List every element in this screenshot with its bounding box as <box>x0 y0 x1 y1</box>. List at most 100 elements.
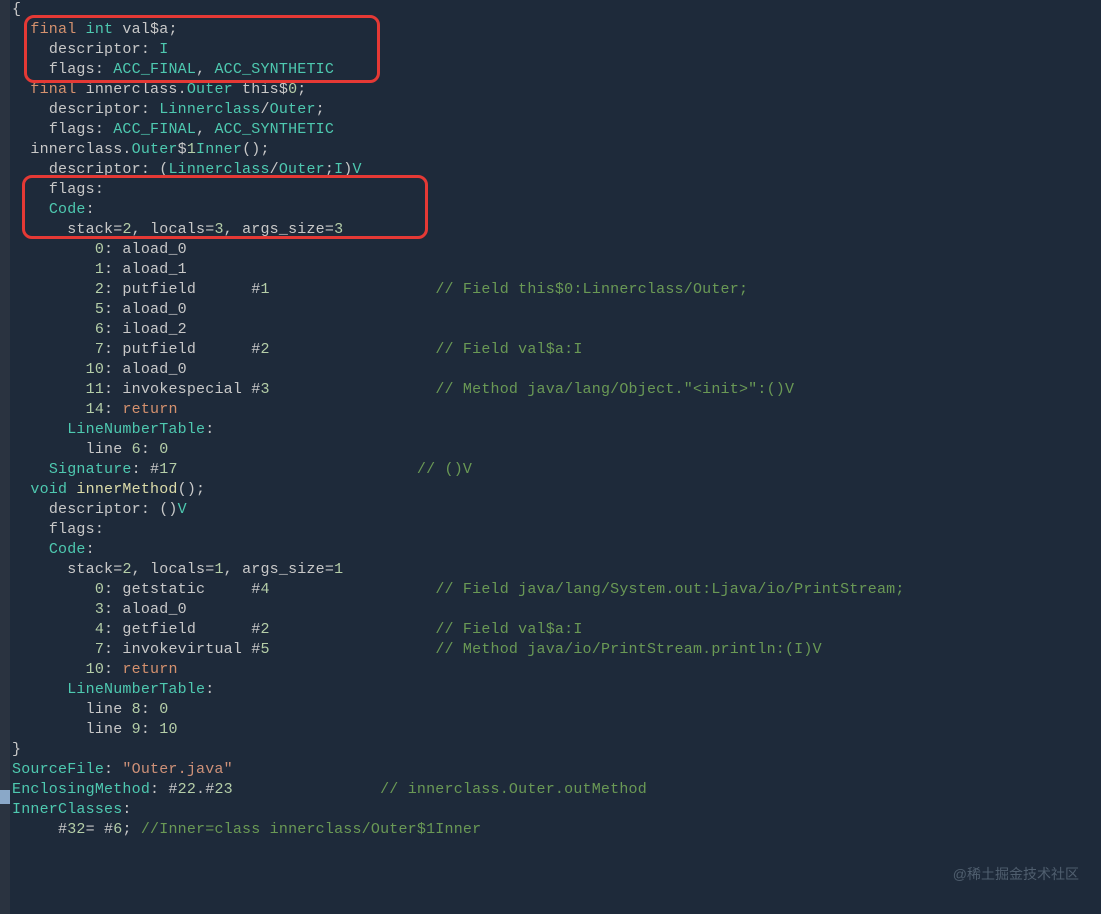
code-editor-content[interactable]: { final int val$a; descriptor: I flags: … <box>12 0 905 840</box>
code-line[interactable]: final innerclass.Outer this$0; <box>12 80 905 100</box>
code-line[interactable]: } <box>12 740 905 760</box>
code-token: ACC_SYNTHETIC <box>214 61 334 78</box>
code-token: , args_size= <box>224 221 334 238</box>
code-line[interactable]: 7: invokevirtual #5 // Method java/io/Pr… <box>12 640 905 660</box>
code-line[interactable]: LineNumberTable: <box>12 680 905 700</box>
code-token: flags: <box>49 61 113 78</box>
code-token: line <box>86 441 132 458</box>
code-token: / <box>260 101 269 118</box>
code-token: , <box>196 121 214 138</box>
code-token: Code <box>49 541 86 558</box>
code-token <box>270 641 436 658</box>
code-line[interactable]: line 8: 0 <box>12 700 905 720</box>
code-line[interactable]: stack=2, locals=1, args_size=1 <box>12 560 905 580</box>
code-line[interactable]: EnclosingMethod: #22.#23 // innerclass.O… <box>12 780 905 800</box>
editor-gutter <box>0 0 10 914</box>
code-token: : <box>86 201 95 218</box>
code-line[interactable]: 5: aload_0 <box>12 300 905 320</box>
code-token: 2 <box>122 221 131 238</box>
code-token <box>270 621 436 638</box>
code-token: // Field val$a:I <box>435 341 582 358</box>
code-line[interactable]: LineNumberTable: <box>12 420 905 440</box>
code-line[interactable]: 0: getstatic #4 // Field java/lang/Syste… <box>12 580 905 600</box>
code-line[interactable]: 11: invokespecial #3 // Method java/lang… <box>12 380 905 400</box>
code-token: Inner <box>196 141 242 158</box>
code-token: descriptor: <box>49 101 159 118</box>
code-line[interactable]: 4: getfield #2 // Field val$a:I <box>12 620 905 640</box>
code-line[interactable]: line 6: 0 <box>12 440 905 460</box>
code-token: 0 <box>95 581 104 598</box>
code-line[interactable]: descriptor: Linnerclass/Outer; <box>12 100 905 120</box>
code-token: Signature <box>49 461 132 478</box>
code-line[interactable]: 14: return <box>12 400 905 420</box>
code-token: ACC_FINAL <box>113 61 196 78</box>
code-token: ; <box>316 101 325 118</box>
code-token: 23 <box>214 781 232 798</box>
code-token: : <box>104 661 122 678</box>
code-line[interactable]: void innerMethod(); <box>12 480 905 500</box>
code-line[interactable]: innerclass.Outer$1Inner(); <box>12 140 905 160</box>
code-token: LineNumberTable <box>67 681 205 698</box>
code-token: # <box>58 821 67 838</box>
code-line[interactable]: 10: return <box>12 660 905 680</box>
code-line[interactable]: #32= #6; //Inner=class innerclass/Outer$… <box>12 820 905 840</box>
code-token: : invokespecial # <box>104 381 260 398</box>
code-token: : aload_0 <box>104 241 187 258</box>
code-token: (); <box>178 481 206 498</box>
code-line[interactable]: 10: aload_0 <box>12 360 905 380</box>
code-line[interactable]: Code: <box>12 540 905 560</box>
code-line[interactable]: 6: iload_2 <box>12 320 905 340</box>
code-token: : <box>86 541 95 558</box>
code-line[interactable]: flags: ACC_FINAL, ACC_SYNTHETIC <box>12 120 905 140</box>
code-token: flags: <box>49 181 104 198</box>
code-line[interactable]: 2: putfield #1 // Field this$0:Linnercla… <box>12 280 905 300</box>
code-token: // ()V <box>417 461 472 478</box>
code-line[interactable]: flags: <box>12 180 905 200</box>
code-token: // Field val$a:I <box>435 621 582 638</box>
code-token: 10 <box>86 661 104 678</box>
code-token: return <box>122 401 177 418</box>
code-token: // Method java/io/PrintStream.println:(I… <box>435 641 821 658</box>
code-line[interactable]: descriptor: (Linnerclass/Outer;I)V <box>12 160 905 180</box>
code-line[interactable]: { <box>12 0 905 20</box>
code-token: descriptor: ( <box>49 161 169 178</box>
code-line[interactable]: final int val$a; <box>12 20 905 40</box>
code-token: : <box>141 721 159 738</box>
code-line[interactable]: 7: putfield #2 // Field val$a:I <box>12 340 905 360</box>
watermark-text: @稀土掘金技术社区 <box>953 864 1079 884</box>
code-token: EnclosingMethod <box>12 781 150 798</box>
code-token: line <box>86 701 132 718</box>
code-line[interactable]: stack=2, locals=3, args_size=3 <box>12 220 905 240</box>
code-token: : <box>141 701 159 718</box>
code-line[interactable]: SourceFile: "Outer.java" <box>12 760 905 780</box>
code-line[interactable]: 3: aload_0 <box>12 600 905 620</box>
code-line[interactable]: descriptor: I <box>12 40 905 60</box>
code-line[interactable]: Code: <box>12 200 905 220</box>
code-token: ; <box>325 161 334 178</box>
code-token: Linnerclass <box>168 161 269 178</box>
code-token: ACC_FINAL <box>113 121 196 138</box>
code-line[interactable]: 1: aload_1 <box>12 260 905 280</box>
code-line[interactable]: flags: <box>12 520 905 540</box>
code-line[interactable]: InnerClasses: <box>12 800 905 820</box>
code-token: : putfield # <box>104 341 260 358</box>
code-token: , args_size= <box>224 561 334 578</box>
code-token: ; <box>122 821 140 838</box>
code-line[interactable]: 0: aload_0 <box>12 240 905 260</box>
code-token: 10 <box>86 361 104 378</box>
code-token <box>178 461 417 478</box>
code-line[interactable]: Signature: #17 // ()V <box>12 460 905 480</box>
code-token: 5 <box>95 301 104 318</box>
code-line[interactable]: line 9: 10 <box>12 720 905 740</box>
code-token: // Method java/lang/Object."<init>":()V <box>435 381 794 398</box>
code-token: = # <box>86 821 114 838</box>
code-token: / <box>270 161 279 178</box>
code-token: //Inner=class innerclass/Outer$1Inner <box>141 821 481 838</box>
code-token: I <box>159 41 168 58</box>
code-line[interactable]: descriptor: ()V <box>12 500 905 520</box>
code-token: } <box>12 741 21 758</box>
code-line[interactable]: flags: ACC_FINAL, ACC_SYNTHETIC <box>12 60 905 80</box>
code-token: 5 <box>260 641 269 658</box>
code-token: 22 <box>178 781 196 798</box>
code-token: : aload_1 <box>104 261 187 278</box>
